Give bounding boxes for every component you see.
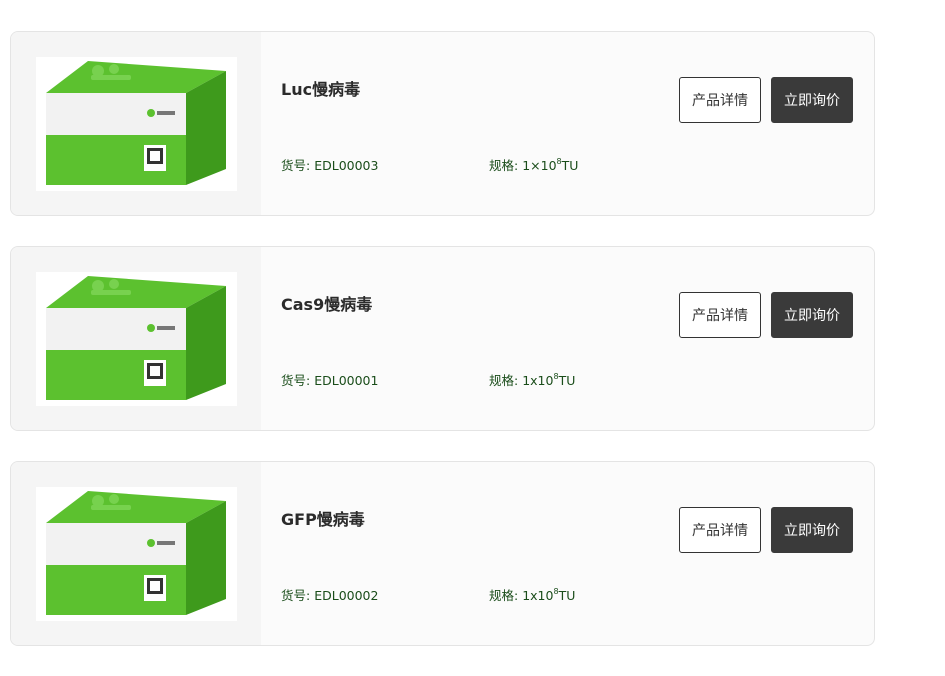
product-spec-base: 1×10 — [522, 158, 557, 173]
product-title[interactable]: Luc慢病毒 — [281, 76, 360, 100]
product-code-value: EDL00001 — [314, 373, 379, 388]
product-code: 货号: EDL00003 — [281, 155, 378, 174]
product-card: Luc慢病毒 货号: EDL00003 规格: 1×108TU 产品详情 立即询… — [10, 31, 875, 216]
product-spec: 规格: 1x108TU — [489, 370, 575, 389]
product-image-area — [11, 462, 261, 645]
product-code-label: 货号: — [281, 588, 311, 603]
product-image-area — [11, 247, 261, 430]
product-spec-label: 规格: — [489, 158, 519, 173]
inquiry-button[interactable]: 立即询价 — [771, 77, 853, 123]
product-spec-unit: TU — [561, 158, 579, 173]
product-spec-label: 规格: — [489, 588, 519, 603]
product-title[interactable]: GFP慢病毒 — [281, 506, 365, 530]
product-code-value: EDL00003 — [314, 158, 379, 173]
product-spec: 规格: 1x108TU — [489, 585, 575, 604]
product-code: 货号: EDL00001 — [281, 370, 378, 389]
product-box-image[interactable] — [36, 272, 237, 406]
product-code-label: 货号: — [281, 373, 311, 388]
product-spec-unit: TU — [558, 588, 576, 603]
product-spec: 规格: 1×108TU — [489, 155, 578, 174]
product-code-label: 货号: — [281, 158, 311, 173]
product-title[interactable]: Cas9慢病毒 — [281, 291, 372, 315]
product-card: Cas9慢病毒 货号: EDL00001 规格: 1x108TU 产品详情 立即… — [10, 246, 875, 431]
product-detail-button[interactable]: 产品详情 — [679, 77, 761, 123]
product-spec-base: 1x10 — [522, 588, 554, 603]
product-code: 货号: EDL00002 — [281, 585, 378, 604]
product-detail-button[interactable]: 产品详情 — [679, 292, 761, 338]
product-box-image[interactable] — [36, 487, 237, 621]
product-box-image[interactable] — [36, 57, 237, 191]
inquiry-button[interactable]: 立即询价 — [771, 507, 853, 553]
product-spec-unit: TU — [558, 373, 576, 388]
product-list: Luc慢病毒 货号: EDL00003 规格: 1×108TU 产品详情 立即询… — [10, 31, 875, 676]
product-detail-button[interactable]: 产品详情 — [679, 507, 761, 553]
product-code-value: EDL00002 — [314, 588, 379, 603]
product-spec-base: 1x10 — [522, 373, 554, 388]
inquiry-button[interactable]: 立即询价 — [771, 292, 853, 338]
product-spec-label: 规格: — [489, 373, 519, 388]
product-card: GFP慢病毒 货号: EDL00002 规格: 1x108TU 产品详情 立即询… — [10, 461, 875, 646]
product-image-area — [11, 32, 261, 215]
